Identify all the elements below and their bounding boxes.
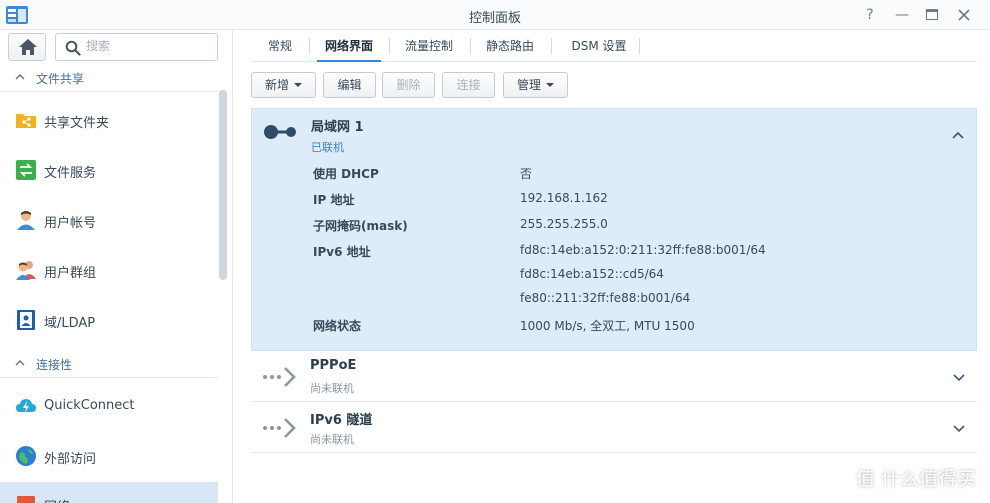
tab-general[interactable]: 常规 (259, 30, 301, 62)
interface-lan-1[interactable]: 局域网 1 已联机 使用 DHCP 否 IP 地址 192.168.1.162 … (251, 108, 977, 351)
interface-name: PPPoE (310, 358, 357, 373)
dhcp-label: 使用 DHCP (313, 167, 379, 181)
connect-button[interactable]: 连接 (442, 72, 495, 98)
external-access-icon (16, 446, 36, 466)
interface-status: 尚未联机 (310, 382, 354, 395)
chevron-down-icon[interactable] (951, 420, 967, 436)
chevron-up-icon[interactable] (950, 127, 966, 143)
watermark: 值 什么值得买 (855, 468, 976, 490)
section-file-sharing[interactable]: 文件共享 (0, 64, 218, 92)
network-status-label: 网络状态 (313, 319, 362, 333)
section-connectivity[interactable]: 连接性 (0, 350, 218, 378)
ethernet-connected-icon (264, 125, 296, 139)
sidebar-item-label: QuickConnect (44, 398, 135, 413)
sidebar-item-external-access[interactable]: 外部访问 (0, 434, 218, 480)
interface-name: IPv6 隧道 (310, 413, 373, 428)
sidebar-item-label: 文件服务 (44, 166, 97, 181)
disconnected-arrow-icon (263, 418, 296, 438)
sidebar-item-label: 用户群组 (44, 266, 97, 281)
interface-pppoe[interactable]: PPPoE 尚未联机 (251, 352, 977, 402)
tab-bar: 常规 网络界面 流量控制 静态路由 DSM 设置 (251, 30, 977, 62)
file-services-icon (16, 160, 36, 180)
manage-button[interactable]: 管理 (503, 72, 568, 98)
close-button[interactable] (954, 5, 974, 25)
tab-separator (551, 38, 552, 54)
sidebar-item-group[interactable]: 用户群组 (0, 248, 218, 294)
caret-down-icon (546, 83, 554, 87)
mask-label: 子网掩码(mask) (313, 219, 408, 233)
search-icon (65, 40, 81, 56)
sidebar-item-domain-ldap[interactable]: 域/LDAP (0, 298, 218, 344)
section-label: 连接性 (36, 358, 73, 372)
manage-button-label: 管理 (516, 78, 541, 92)
window-title: 控制面板 (468, 11, 521, 26)
tab-separator (309, 38, 310, 54)
group-icon (16, 261, 36, 280)
dhcp-value: 否 (520, 167, 533, 181)
chevron-up-icon (15, 360, 25, 366)
ipv6-value: fe80::211:32ff:fe88:b001/64 (520, 291, 691, 305)
mask-value: 255.255.255.0 (520, 217, 608, 231)
sidebar-scrollbar[interactable] (219, 90, 227, 280)
close-icon (958, 9, 970, 21)
chevron-up-icon (15, 74, 25, 80)
interface-status: 已联机 (311, 141, 344, 154)
tab-network-interface[interactable]: 网络界面 (317, 30, 381, 62)
minimize-button[interactable]: — (892, 5, 912, 25)
tab-static-route[interactable]: 静态路由 (478, 30, 542, 62)
tab-traffic-control[interactable]: 流量控制 (397, 30, 461, 62)
sidebar-item-label: 外部访问 (44, 452, 97, 467)
ip-label: IP 地址 (313, 193, 355, 207)
sidebar-item-user[interactable]: 用户帐号 (0, 198, 218, 244)
create-button[interactable]: 新增 (251, 72, 316, 98)
maximize-button[interactable] (922, 5, 942, 25)
home-button[interactable] (8, 33, 46, 61)
quickconnect-icon (16, 399, 36, 413)
tab-separator (639, 38, 640, 54)
sidebar-item-label: 域/LDAP (44, 316, 96, 331)
delete-button[interactable]: 删除 (382, 72, 435, 98)
search-input[interactable] (86, 39, 211, 53)
tab-separator (389, 38, 390, 54)
interface-ipv6-tunnel[interactable]: IPv6 隧道 尚未联机 (251, 403, 977, 453)
edit-button[interactable]: 编辑 (323, 72, 376, 98)
interface-name: 局域网 1 (311, 120, 364, 135)
disconnected-arrow-icon (263, 367, 296, 387)
sidebar: 文件共享 共享文件夹 文件服务 用户帐号 用户群组 (0, 30, 233, 503)
tab-dsm-settings[interactable]: DSM 设置 (559, 30, 639, 62)
domain-ldap-icon (17, 310, 35, 330)
home-icon (19, 39, 37, 55)
sidebar-item-file-services[interactable]: 文件服务 (0, 148, 218, 194)
title-bar: 控制面板 ? — (0, 0, 990, 30)
user-icon (17, 211, 35, 230)
ip-value: 192.168.1.162 (520, 191, 608, 205)
maximize-icon (926, 9, 938, 20)
help-button[interactable]: ? (860, 5, 880, 25)
sidebar-item-label: 用户帐号 (44, 216, 97, 231)
ipv6-value: fd8c:14eb:a152:0:211:32ff:fe88:b001/64 (520, 243, 766, 257)
section-label: 文件共享 (36, 72, 85, 86)
network-status-value: 1000 Mb/s, 全双工, MTU 1500 (520, 319, 695, 333)
tab-separator (470, 38, 471, 54)
sidebar-item-network[interactable]: 网络 (0, 482, 218, 503)
search-field[interactable] (55, 33, 218, 61)
ipv6-label: IPv6 地址 (313, 245, 371, 259)
shared-folder-icon (16, 114, 36, 128)
chevron-down-icon[interactable] (951, 369, 967, 385)
caret-down-icon (294, 83, 302, 87)
create-button-label: 新增 (264, 78, 289, 92)
network-icon (17, 496, 35, 503)
interface-status: 尚未联机 (310, 433, 354, 446)
sidebar-item-quickconnect[interactable]: QuickConnect (0, 384, 218, 430)
sidebar-item-label: 共享文件夹 (44, 116, 110, 131)
ipv6-value: fd8c:14eb:a152::cd5/64 (520, 267, 664, 281)
sidebar-item-shared-folder[interactable]: 共享文件夹 (0, 98, 218, 144)
sidebar-item-label: 网络 (44, 496, 70, 503)
